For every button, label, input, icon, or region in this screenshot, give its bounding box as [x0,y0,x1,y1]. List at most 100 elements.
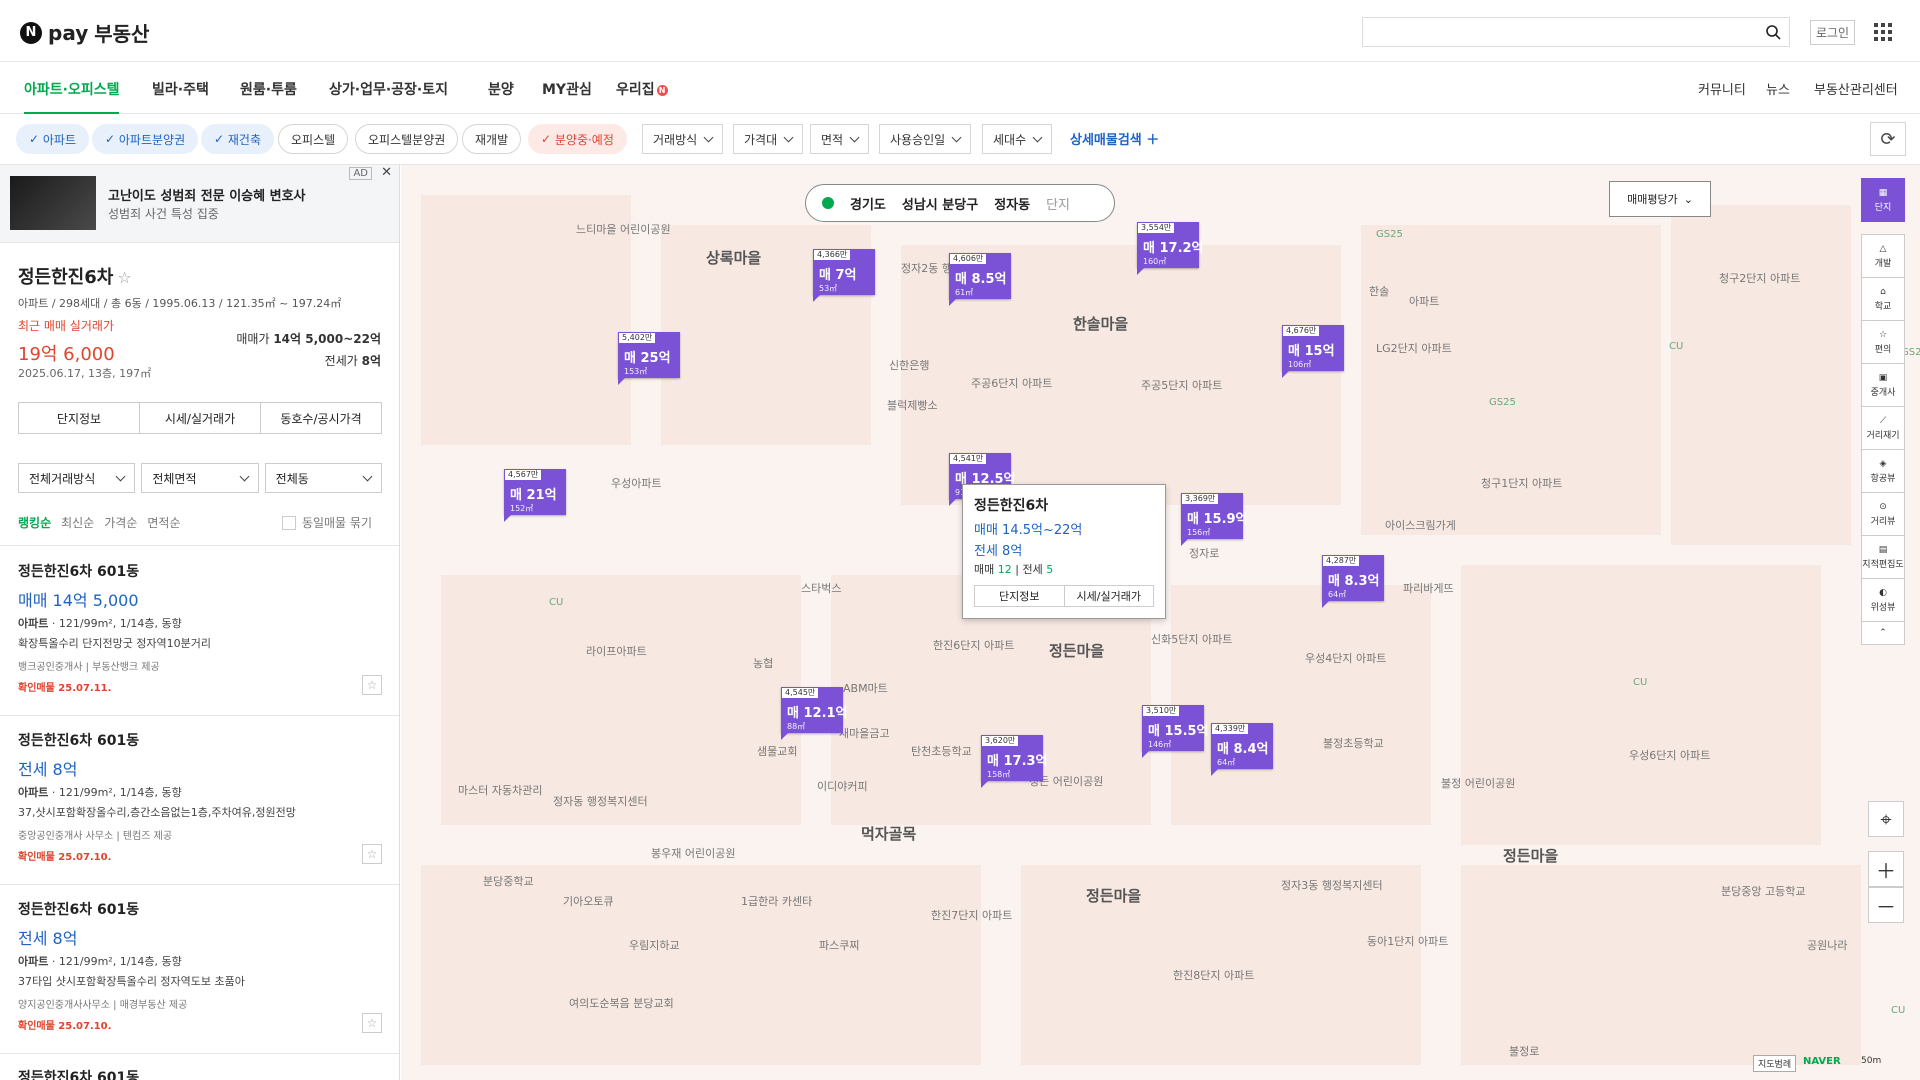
nav-presale[interactable]: 분양 [488,79,514,99]
price-marker[interactable]: 4,339만 매 8.4억 64㎡ [1211,723,1273,776]
star-icon[interactable]: ☆ [362,1013,382,1033]
market-price-button[interactable]: 시세/실거래가 [140,403,261,433]
price-marker[interactable]: 4,606만 매 8.5억 61㎡ [949,253,1011,306]
zoom-in-button[interactable]: ＋ [1868,851,1904,887]
nav-myhome[interactable]: 우리집 N [616,79,668,99]
listing-item[interactable]: 정든한진6차 601동 매매 14억 5,000 아파트 · 121/99m²,… [18,561,382,695]
price-marker[interactable]: 5,402만 매 25억 153㎡ [618,332,680,385]
jeonse-count-label: 전세 [1022,563,1043,576]
group-toggle[interactable]: 동일매물 묶기 [281,514,382,531]
nav-my[interactable]: MY관심 [542,79,592,99]
tool-develop[interactable]: △ 개발 [1861,234,1905,278]
popup-info-button[interactable]: 단지정보 [975,586,1065,606]
marker-price: 매 15.9억 [1187,512,1248,527]
dropdown-area[interactable]: 면적 [810,124,870,154]
select-trade[interactable]: 전체거래방식 [18,463,136,493]
dropdown-approval[interactable]: 사용승인일 [879,124,972,154]
complex-info-button[interactable]: 단지정보 [19,403,140,433]
sort-latest[interactable]: 최신순 [61,514,94,531]
chip-rebuild[interactable]: ✓ 재건축 [201,124,274,154]
nav-community[interactable]: 커뮤니티 [1698,79,1746,98]
sort-ranking[interactable]: 랭킹순 [18,514,51,531]
price-type-select[interactable]: 매매평당가 ⌄ [1609,181,1711,217]
collapse-tools-button[interactable]: ⌃ [1861,621,1905,645]
map-block [1171,585,1431,825]
listing-detail: 아파트 · 121/99m², 1/14층, 동향 [18,786,182,799]
current-location-button[interactable]: ⌖ [1868,801,1904,837]
marker-area: 53㎡ [819,284,838,293]
nav-agent-center[interactable]: 부동산관리센터 [1814,79,1898,98]
price-marker[interactable]: 4,567만 매 21억 152㎡ [504,469,566,522]
listing-spec: 121/99m², 1/14층, 동향 [58,955,182,968]
tool-school[interactable]: ⌂ 학교 [1861,277,1905,321]
price-marker[interactable]: 3,369만 매 15.9억 156㎡ [1181,493,1248,546]
sort-price[interactable]: 가격순 [104,514,137,531]
price-marker[interactable]: 4,545만 매 12.1억 88㎡ [781,687,848,740]
nav-apartment[interactable]: 아파트·오피스텔 [24,79,120,114]
chip-redevelop[interactable]: 재개발 [462,124,522,154]
group-checkbox[interactable] [281,515,296,530]
popup-price-button[interactable]: 시세/실거래가 [1065,586,1154,606]
marker-unit: 3,620만 [981,735,1020,747]
sort-area[interactable]: 면적순 [147,514,180,531]
nav-commercial[interactable]: 상가·업무·공장·토지 [329,79,448,99]
star-icon[interactable]: ☆ [362,675,382,695]
price-marker[interactable]: 3,510만 매 15.5억 146㎡ [1142,705,1209,758]
complex-tabs: 단지정보 시세/실거래가 동호수/공시가격 [18,402,382,434]
tool-distance[interactable]: ⟋ 거리재기 [1861,406,1905,450]
unit-price-button[interactable]: 동호수/공시가격 [261,403,381,433]
select-dong[interactable]: 전체동 [264,463,382,493]
tool-aerial[interactable]: ◈ 항공뷰 [1861,449,1905,493]
crumb-province[interactable]: 경기도 [850,194,886,213]
map-label: 여의도순복음 분당교회 [569,997,674,1010]
listing-item[interactable]: 정든한진6차 601동 전세 8억 아파트 · 121/99m², 1/14층,… [18,730,382,864]
listing-item[interactable]: 정든한진6차 601동 [18,1067,382,1080]
chip-officetel[interactable]: 오피스텔 [278,124,349,154]
nav-villa[interactable]: 빌라·주택 [152,79,209,99]
tool-cadastral[interactable]: ▤ 지적편집도 [1861,535,1905,579]
tool-satellite[interactable]: ◐ 위성뷰 [1861,578,1905,622]
crumb-complex[interactable]: 단지 [1046,194,1070,213]
chip-presale-upcoming[interactable]: ✓ 분양중·예정 [528,124,627,154]
tool-street[interactable]: ⊙ 거리뷰 [1861,492,1905,536]
complex-popup[interactable]: 정든한진6차 매매 14.5억~22억 전세 8억 매매 12 | 전세 5 단… [962,484,1166,619]
select-area[interactable]: 전체면적 [141,463,259,493]
close-icon[interactable]: ✕ [381,165,392,180]
tool-complex[interactable]: ▦ 단지 [1861,178,1905,222]
map-label: 농협 [753,657,774,670]
logo-pay: pay [48,20,89,45]
dropdown-trade[interactable]: 거래방식 [642,124,724,154]
price-marker[interactable]: 4,676만 매 15억 106㎡ [1282,325,1344,378]
login-button[interactable]: 로그인 [1810,20,1855,45]
dropdown-price[interactable]: 가격대 [733,124,804,154]
naver-pay-logo[interactable]: N pay 부동산 [20,18,149,47]
nav-news[interactable]: 뉴스 [1766,79,1790,98]
chip-apt-presale[interactable]: ✓ 아파트분양권 [92,124,199,154]
zoom-out-button[interactable]: － [1868,887,1904,923]
price-marker[interactable]: 3,620만 매 17.3억 158㎡ [981,735,1048,788]
crumb-dong[interactable]: 정자동 [994,194,1030,213]
apps-grid-icon[interactable] [1874,23,1892,41]
tool-convenience[interactable]: ☆ 편의 [1861,320,1905,364]
ad-banner[interactable]: 고난이도 성범죄 전문 이승혜 변호사 성범죄 사건 특성 집중 AD ✕ [0,165,399,243]
crumb-city[interactable]: 성남시 분당구 [902,194,978,213]
price-marker[interactable]: 3,554만 매 17.2억 160㎡ [1137,222,1204,275]
refresh-button[interactable]: ⟳ [1870,122,1906,156]
search-input[interactable] [1362,17,1790,47]
nav-oneroom[interactable]: 원룸·투룸 [240,79,297,99]
listing-item[interactable]: 정든한진6차 601동 전세 8억 아파트 · 121/99m², 1/14층,… [18,899,382,1033]
dropdown-households[interactable]: 세대수 [982,124,1053,154]
map-canvas[interactable]: 상록마을 한솔마을 정든마을 먹자골목 정든마을 정든마을 느티마을 어린이공원… [401,165,1920,1080]
marker-price: 매 15.5억 [1148,724,1209,739]
search-icon[interactable] [1765,24,1781,40]
star-icon[interactable]: ☆ [117,268,131,287]
price-marker[interactable]: 4,287만 매 8.3억 64㎡ [1322,555,1384,608]
tool-agent[interactable]: ▣ 중개사 [1861,363,1905,407]
marker-unit: 4,545만 [781,687,820,699]
detail-search-button[interactable]: 상세매물검색 ＋ [1070,129,1159,148]
map-legend-button[interactable]: 지도범례 [1753,1055,1797,1072]
chip-officetel-presale[interactable]: 오피스텔분양권 [355,124,459,154]
chip-apartment[interactable]: ✓ 아파트 [16,124,89,154]
star-icon[interactable]: ☆ [362,844,382,864]
price-marker[interactable]: 4,366만 매 7억 53㎡ [813,249,875,302]
